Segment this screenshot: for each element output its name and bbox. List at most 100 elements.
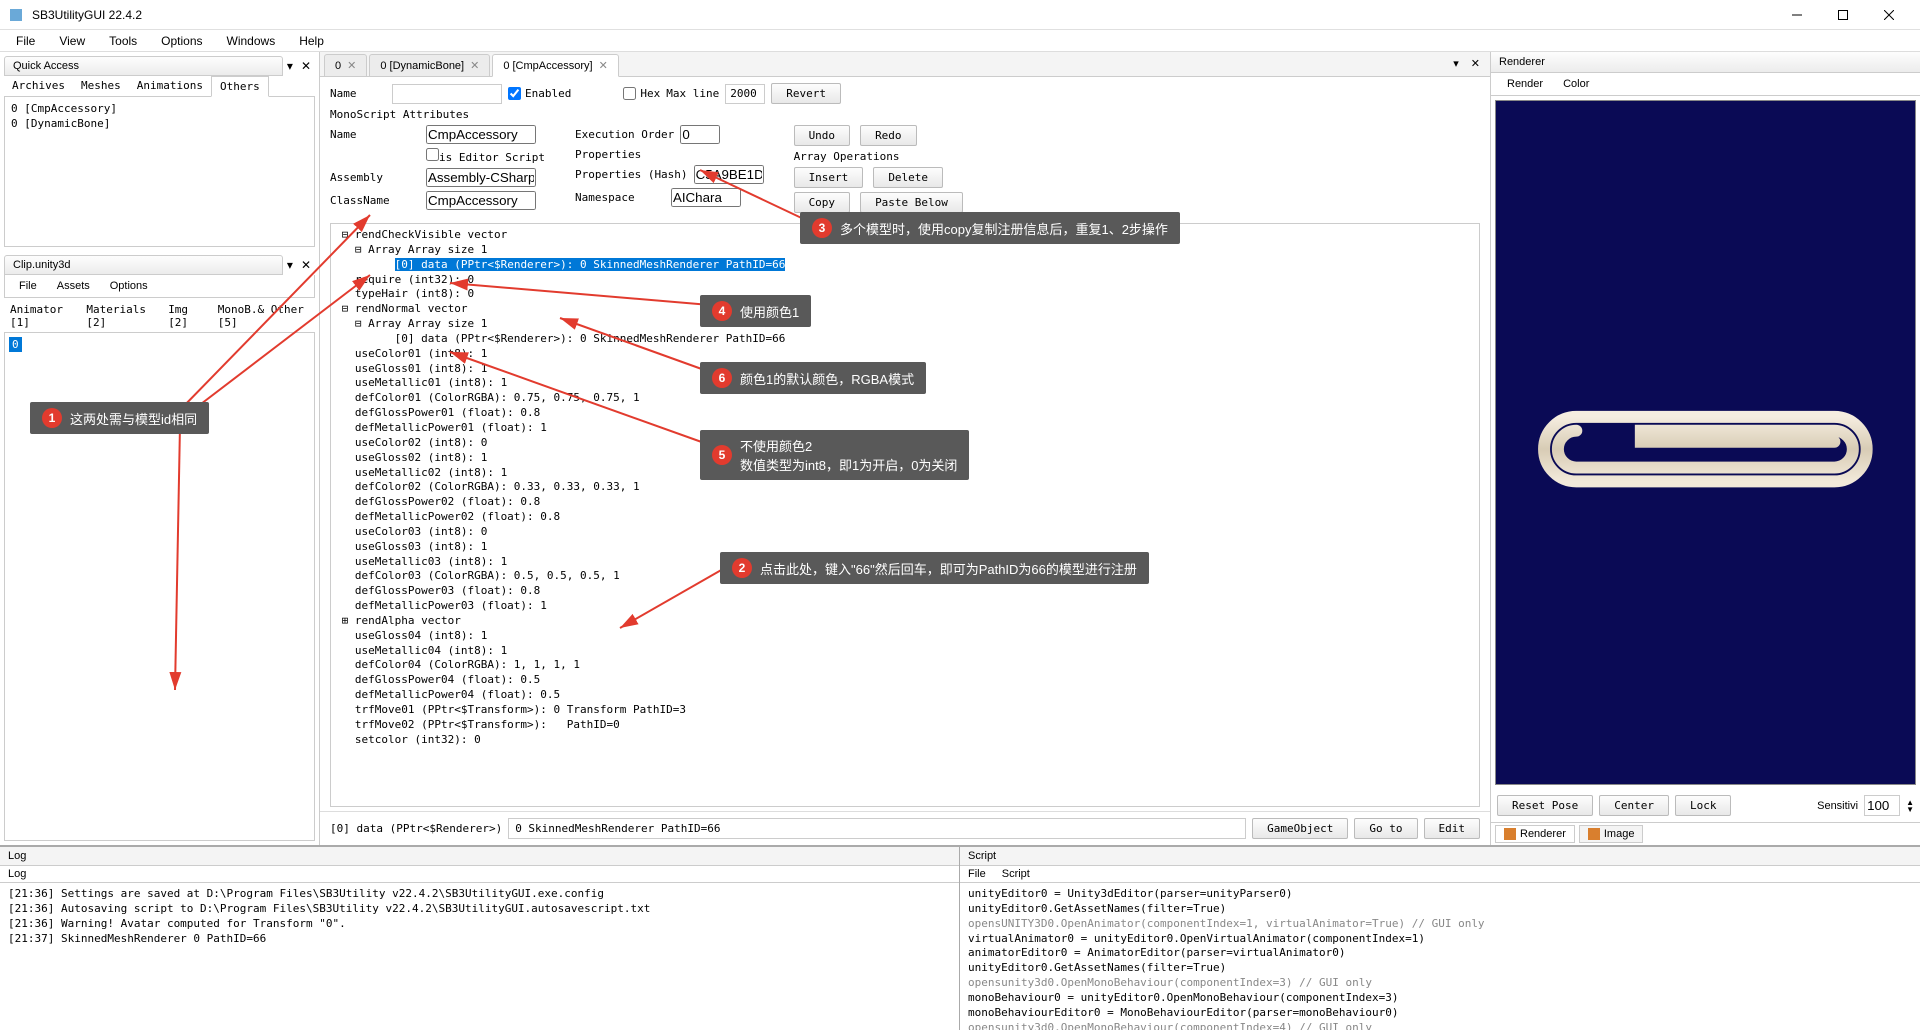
paste-button[interactable]: Paste Below [860,192,963,213]
maximize-button[interactable] [1820,0,1866,30]
renderer-tab-renderer[interactable]: Renderer [1495,825,1575,843]
tab-close-icon[interactable]: ✕ [470,60,479,72]
tree-row[interactable]: useColor03 (int8): 0 [335,525,1475,540]
tree-row[interactable]: defGlossPower03 (float): 0.8 [335,584,1475,599]
tree-row[interactable]: ⊟ Array Array size 1 [335,243,1475,258]
qa-tab-others[interactable]: Others [211,76,269,97]
renderer-menu-color[interactable]: Color [1553,76,1599,92]
clip-tab-img[interactable]: Img [2] [162,300,212,332]
clip-menu-options[interactable]: Options [100,278,158,294]
gameobject-button[interactable]: GameObject [1252,818,1348,839]
menu-view[interactable]: View [47,32,97,50]
doc-tab-dynamicbone[interactable]: 0 [DynamicBone]✕ [369,54,490,76]
script-menu-file[interactable]: File [968,868,986,880]
tree-row[interactable]: useMetallic04 (int8): 1 [335,644,1475,659]
quick-access-dropdown-icon[interactable]: ▾ [283,59,297,73]
qa-item[interactable]: 0 [CmpAccessory] [9,101,310,116]
copy-button[interactable]: Copy [794,192,851,213]
tree-row[interactable]: useMetallic03 (int8): 1 [335,555,1475,570]
tree-row[interactable]: defGlossPower04 (float): 0.5 [335,673,1475,688]
tree-row[interactable]: defMetallicPower04 (float): 0.5 [335,688,1475,703]
tree-row[interactable]: useMetallic02 (int8): 1 [335,466,1475,481]
tree-row[interactable]: typeHair (int8): 0 [335,287,1475,302]
script-menu-script[interactable]: Script [1002,868,1030,880]
doc-tab-0[interactable]: 0✕ [324,54,367,76]
tree-row[interactable]: useGloss04 (int8): 1 [335,629,1475,644]
tree-row[interactable]: trfMove02 (PPtr<$Transform>): PathID=0 [335,718,1475,733]
clip-menu-file[interactable]: File [9,278,47,294]
tree-row[interactable]: defColor01 (ColorRGBA): 0.75, 0.75, 0.75… [335,391,1475,406]
minimize-button[interactable] [1774,0,1820,30]
tree-row[interactable]: defColor04 (ColorRGBA): 1, 1, 1, 1 [335,658,1475,673]
doc-tab-cmpaccessory[interactable]: 0 [CmpAccessory]✕ [492,54,618,77]
quick-access-close-icon[interactable]: ✕ [297,59,315,73]
tree-row[interactable]: useGloss03 (int8): 1 [335,540,1475,555]
lock-button[interactable]: Lock [1675,795,1732,816]
assembly-input[interactable] [426,168,536,187]
tree-row[interactable]: ⊟ Array Array size 1 [335,317,1475,332]
tab-close-icon[interactable]: ✕ [599,60,608,72]
tree-row[interactable]: defGlossPower02 (float): 0.8 [335,495,1475,510]
insert-button[interactable]: Insert [794,167,864,188]
tree-row[interactable]: defMetallicPower01 (float): 1 [335,421,1475,436]
hex-checkbox[interactable] [623,87,636,100]
dock-close-icon[interactable]: ✕ [1465,54,1486,76]
clip-tab-materials[interactable]: Materials [2] [80,300,162,332]
tree-row[interactable]: defMetallicPower03 (float): 1 [335,599,1475,614]
tree-row[interactable]: defColor02 (ColorRGBA): 0.33, 0.33, 0.33… [335,480,1475,495]
editorscript-checkbox[interactable] [426,148,439,161]
renderer-viewport[interactable] [1495,100,1916,785]
clip-item[interactable]: 0 [9,337,22,352]
tree-row[interactable]: require (int32): 0 [335,273,1475,288]
delete-button[interactable]: Delete [873,167,943,188]
menu-file[interactable]: File [4,32,47,50]
menu-tools[interactable]: Tools [97,32,149,50]
clip-dropdown-icon[interactable]: ▾ [283,258,297,272]
tree-row[interactable]: [0] data (PPtr<$Renderer>): 0 SkinnedMes… [335,258,1475,273]
menu-help[interactable]: Help [287,32,336,50]
goto-button[interactable]: Go to [1354,818,1417,839]
editbar-input[interactable] [508,818,1246,839]
redo-button[interactable]: Redo [860,125,917,146]
qa-tab-meshes[interactable]: Meshes [73,76,129,96]
close-button[interactable] [1866,0,1912,30]
prophash-input[interactable] [694,165,764,184]
dock-dropdown-icon[interactable]: ▾ [1447,54,1465,76]
tree-row[interactable]: trfMove01 (PPtr<$Transform>): 0 Transfor… [335,703,1475,718]
maxline-input[interactable] [725,84,765,104]
menu-options[interactable]: Options [149,32,214,50]
qa-item[interactable]: 0 [DynamicBone] [9,116,310,131]
tree-row[interactable]: [0] data (PPtr<$Renderer>): 0 SkinnedMes… [335,332,1475,347]
tree-row[interactable]: useColor01 (int8): 1 [335,347,1475,362]
clip-tab-mono[interactable]: MonoB.& Other [5] [212,300,315,332]
tree-row[interactable]: useGloss02 (int8): 1 [335,451,1475,466]
menu-windows[interactable]: Windows [215,32,288,50]
undo-button[interactable]: Undo [794,125,851,146]
log-tab[interactable]: Log [8,868,26,880]
enabled-checkbox[interactable] [508,87,521,100]
clip-close-icon[interactable]: ✕ [297,258,315,272]
tree-row[interactable]: useGloss01 (int8): 1 [335,362,1475,377]
tree-row[interactable]: useColor02 (int8): 0 [335,436,1475,451]
msname-input[interactable] [426,125,536,144]
sensitivity-input[interactable] [1864,795,1900,816]
log-body[interactable]: [21:36] Settings are saved at D:\Program… [0,883,959,1030]
tab-close-icon[interactable]: ✕ [347,60,356,72]
resetpose-button[interactable]: Reset Pose [1497,795,1593,816]
center-button[interactable]: Center [1599,795,1669,816]
renderer-menu-render[interactable]: Render [1497,76,1553,92]
tree-row[interactable]: setcolor (int32): 0 [335,733,1475,748]
renderer-tab-image[interactable]: Image [1579,825,1644,843]
edit-button[interactable]: Edit [1424,818,1481,839]
script-body[interactable]: unityEditor0 = Unity3dEditor(parser=unit… [960,883,1920,1030]
classname-input[interactable] [426,191,536,210]
namespace-input[interactable] [671,188,741,207]
property-tree[interactable]: ⊟ rendCheckVisible vector ⊟ Array Array … [330,223,1480,807]
revert-button[interactable]: Revert [771,83,841,104]
tree-row[interactable]: defColor03 (ColorRGBA): 0.5, 0.5, 0.5, 1 [335,569,1475,584]
name-input[interactable] [392,84,502,104]
tree-row[interactable]: defMetallicPower02 (float): 0.8 [335,510,1475,525]
tree-row[interactable]: ⊞ rendAlpha vector [335,614,1475,629]
spin-down-icon[interactable]: ▼ [1906,806,1914,813]
qa-tab-animations[interactable]: Animations [129,76,211,96]
